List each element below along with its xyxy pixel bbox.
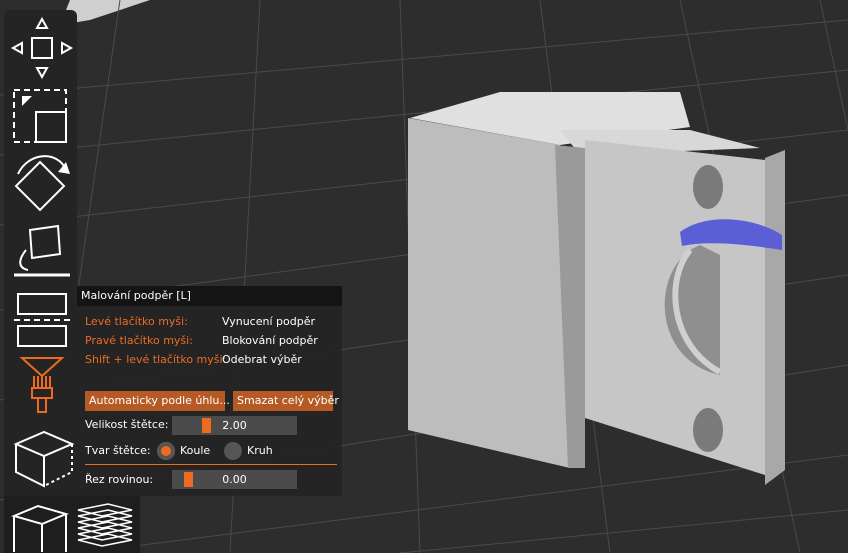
support-paint-panel: Malování podpěr [L] Levé tlačítko myši: … (77, 286, 342, 496)
brush-shape-circle-radio[interactable] (224, 442, 242, 460)
brush-size-slider[interactable]: 2.00 (172, 416, 297, 435)
brush-shape-circle-label: Kruh (247, 444, 273, 457)
plane-cut-label: Řez rovinou: (85, 473, 154, 486)
left-toolbar (4, 10, 77, 553)
auto-by-angle-button[interactable]: Automaticky podle úhlu... (85, 391, 230, 411)
panel-title: Malování podpěr [L] (77, 286, 342, 306)
plane-cut-value: 0.00 (222, 473, 247, 486)
layers-icon[interactable] (74, 500, 136, 552)
3d-view-icon[interactable] (8, 426, 78, 492)
cut-icon[interactable] (8, 286, 78, 350)
shortcut-right-click-key: Pravé tlačítko myši: (85, 334, 193, 347)
support-paint-icon[interactable] (8, 354, 78, 418)
brush-size-value: 2.00 (222, 419, 247, 432)
shortcut-shift-click-key: Shift + levé tlačítko myši: (85, 353, 227, 366)
panel-separator (85, 464, 337, 465)
shortcut-right-click-action: Blokování podpěr (222, 334, 318, 347)
shortcut-left-click-action: Vynucení podpěr (222, 315, 315, 328)
brush-size-label: Velikost štětce: (85, 418, 169, 431)
brush-shape-sphere-label: Koule (180, 444, 211, 457)
brush-shape-label: Tvar štětce: (85, 444, 151, 457)
rotate-icon[interactable] (8, 152, 78, 216)
3d-editor-view-icon[interactable] (10, 500, 70, 552)
plane-cut-slider[interactable]: 0.00 (172, 470, 297, 489)
shortcut-left-click-key: Levé tlačítko myši: (85, 315, 188, 328)
place-on-face-icon[interactable] (8, 220, 78, 280)
bottom-view-bar (4, 496, 140, 553)
scale-icon[interactable] (8, 86, 78, 146)
clear-all-button[interactable]: Smazat celý výběr (233, 391, 339, 411)
move-icon[interactable] (8, 16, 78, 86)
shortcut-shift-click-action: Odebrat výběr (222, 353, 302, 366)
brush-shape-sphere-radio[interactable] (157, 442, 175, 460)
